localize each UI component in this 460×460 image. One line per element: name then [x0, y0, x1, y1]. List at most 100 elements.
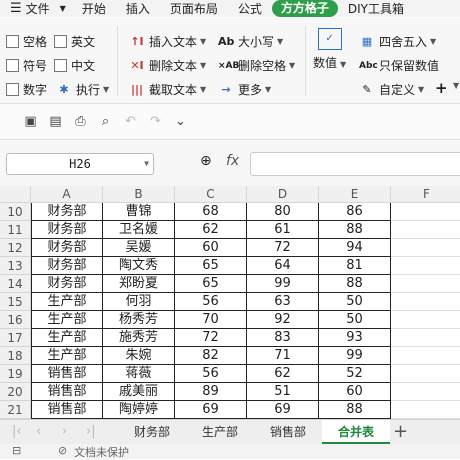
- score2-cell[interactable]: 72: [247, 239, 319, 257]
- score3-cell[interactable]: 99: [319, 347, 391, 365]
- add-sheet-icon[interactable]: +: [393, 420, 408, 444]
- sheet-view-icon[interactable]: ⊟: [12, 444, 21, 457]
- hamburger-menu-icon[interactable]: ☰: [10, 1, 22, 16]
- redo-icon[interactable]: ↷: [143, 114, 168, 129]
- print-icon[interactable]: ⎙: [68, 114, 93, 129]
- menu-file[interactable]: 文件: [26, 0, 60, 17]
- score1-cell[interactable]: 60: [175, 239, 247, 257]
- checkbox-box[interactable]: [6, 35, 19, 48]
- name-cell[interactable]: 何羽: [103, 293, 175, 311]
- empty-cell[interactable]: [391, 239, 460, 257]
- checkbox-box[interactable]: [54, 35, 67, 48]
- name-cell[interactable]: 戚美丽: [103, 383, 175, 401]
- row-header[interactable]: 14: [0, 275, 31, 293]
- fx-icon[interactable]: fx: [226, 153, 239, 169]
- department-cell[interactable]: 财务部: [31, 257, 103, 275]
- score3-cell[interactable]: 93: [319, 329, 391, 347]
- score3-cell[interactable]: 50: [319, 293, 391, 311]
- column-header-e[interactable]: E: [319, 186, 391, 203]
- empty-cell[interactable]: [391, 293, 460, 311]
- name-cell[interactable]: 陶婷婷: [103, 401, 175, 419]
- delete-text-button[interactable]: ✕I 删除文本 ▼: [129, 57, 206, 74]
- department-cell[interactable]: 销售部: [31, 401, 103, 419]
- row-header[interactable]: 11: [0, 221, 31, 239]
- name-cell[interactable]: 蒋薇: [103, 365, 175, 383]
- score2-cell[interactable]: 51: [247, 383, 319, 401]
- menu-insert[interactable]: 插入: [116, 0, 160, 17]
- row-header[interactable]: 10: [0, 203, 31, 221]
- score1-cell[interactable]: 62: [175, 221, 247, 239]
- row-header[interactable]: 18: [0, 347, 31, 365]
- score1-cell[interactable]: 56: [175, 365, 247, 383]
- execute-button[interactable]: ✱ 执行 ▼: [56, 81, 109, 98]
- chevron-down-icon[interactable]: ▼: [60, 4, 66, 13]
- score1-cell[interactable]: 70: [175, 311, 247, 329]
- score2-cell[interactable]: 69: [247, 401, 319, 419]
- menu-diy-toolbox[interactable]: DIY工具箱: [338, 0, 414, 17]
- name-cell[interactable]: 杨秀芳: [103, 311, 175, 329]
- score2-cell[interactable]: 83: [247, 329, 319, 347]
- undo-icon[interactable]: ↶: [118, 114, 143, 129]
- score3-cell[interactable]: 88: [319, 221, 391, 239]
- column-header-b[interactable]: B: [103, 186, 175, 203]
- menu-home[interactable]: 开始: [72, 0, 116, 17]
- department-cell[interactable]: 财务部: [31, 275, 103, 293]
- checkbox-box[interactable]: [54, 59, 67, 72]
- row-header[interactable]: 21: [0, 401, 31, 419]
- name-box[interactable]: H26 ▼: [6, 153, 154, 175]
- department-cell[interactable]: 销售部: [31, 365, 103, 383]
- row-header[interactable]: 13: [0, 257, 31, 275]
- checkbox-english[interactable]: 英文: [54, 33, 95, 50]
- department-cell[interactable]: 财务部: [31, 221, 103, 239]
- department-cell[interactable]: 财务部: [31, 239, 103, 257]
- score2-cell[interactable]: 62: [247, 365, 319, 383]
- checkbox-chinese[interactable]: 中文: [54, 57, 95, 74]
- protect-icon[interactable]: ⊘: [58, 444, 67, 457]
- score2-cell[interactable]: 92: [247, 311, 319, 329]
- empty-cell[interactable]: [391, 275, 460, 293]
- row-header[interactable]: 20: [0, 383, 31, 401]
- empty-cell[interactable]: [391, 257, 460, 275]
- column-header-c[interactable]: C: [175, 186, 247, 203]
- menu-page-layout[interactable]: 页面布局: [160, 0, 228, 17]
- chevron-down-icon[interactable]: ▼: [450, 81, 459, 90]
- select-all-corner[interactable]: [0, 186, 31, 203]
- more-button[interactable]: → 更多 ▼: [218, 81, 271, 98]
- name-cell[interactable]: 朱婉: [103, 347, 175, 365]
- score2-cell[interactable]: 71: [247, 347, 319, 365]
- insert-text-button[interactable]: ↑I 插入文本 ▼: [129, 33, 206, 50]
- checkbox-box[interactable]: [6, 83, 19, 96]
- score3-cell[interactable]: 52: [319, 365, 391, 383]
- empty-cell[interactable]: [391, 221, 460, 239]
- customize-toolbar-icon[interactable]: ⌄: [168, 114, 193, 129]
- score1-cell[interactable]: 68: [175, 203, 247, 221]
- column-header-d[interactable]: D: [247, 186, 319, 203]
- department-cell[interactable]: 生产部: [31, 293, 103, 311]
- score1-cell[interactable]: 89: [175, 383, 247, 401]
- custom-button[interactable]: ✎ 自定义 ▼: [359, 81, 424, 98]
- score1-cell[interactable]: 65: [175, 275, 247, 293]
- row-header[interactable]: 16: [0, 311, 31, 329]
- score3-cell[interactable]: 50: [319, 311, 391, 329]
- row-header[interactable]: 12: [0, 239, 31, 257]
- keep-value-button[interactable]: Abc 只保留数值: [359, 57, 439, 74]
- name-cell[interactable]: 陶文秀: [103, 257, 175, 275]
- plus-icon[interactable]: +: [435, 79, 448, 97]
- name-cell[interactable]: 郑盼夏: [103, 275, 175, 293]
- department-cell[interactable]: 生产部: [31, 329, 103, 347]
- menu-formula[interactable]: 公式: [228, 0, 272, 17]
- row-header[interactable]: 19: [0, 365, 31, 383]
- score3-cell[interactable]: 86: [319, 203, 391, 221]
- score2-cell[interactable]: 64: [247, 257, 319, 275]
- empty-cell[interactable]: [391, 365, 460, 383]
- score1-cell[interactable]: 82: [175, 347, 247, 365]
- checkbox-symbol[interactable]: 符号: [6, 57, 47, 74]
- export-pdf-icon[interactable]: ▤: [43, 114, 68, 129]
- empty-cell[interactable]: [391, 401, 460, 419]
- formula-input[interactable]: [250, 152, 460, 176]
- checkbox-box[interactable]: [6, 59, 19, 72]
- score1-cell[interactable]: 56: [175, 293, 247, 311]
- chevron-down-icon[interactable]: ▼: [144, 154, 149, 174]
- department-cell[interactable]: 销售部: [31, 383, 103, 401]
- score1-cell[interactable]: 69: [175, 401, 247, 419]
